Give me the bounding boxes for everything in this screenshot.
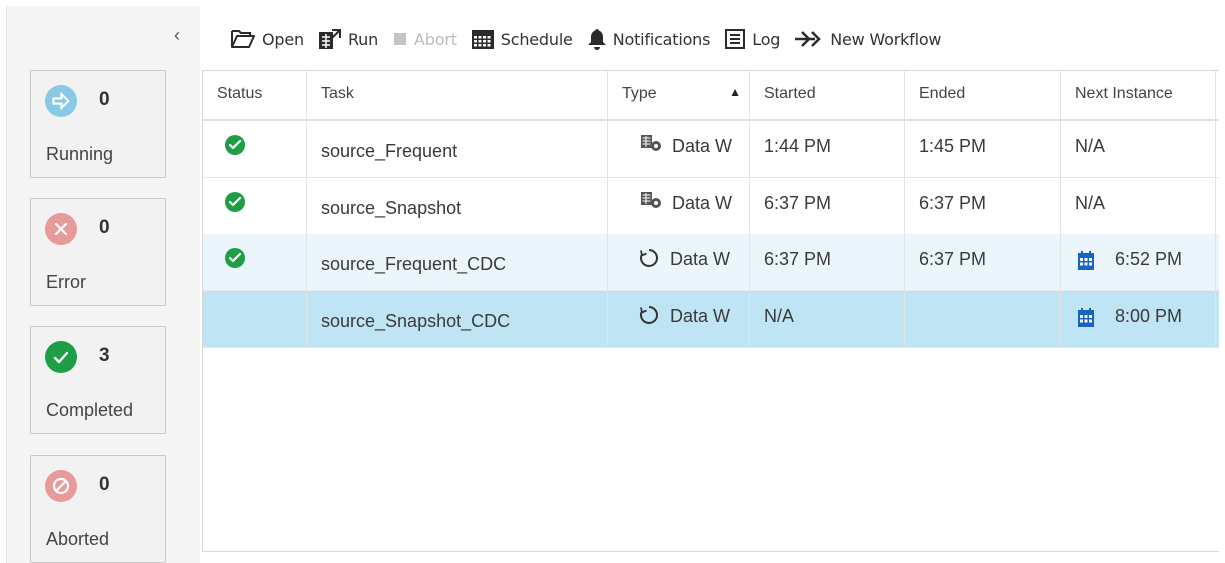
type-cell: Data W xyxy=(608,178,750,234)
running-label: Running xyxy=(46,144,114,164)
table-header: Status Task Type ▲ Started Ended Next Ins… xyxy=(203,71,1219,121)
data-warehouse-icon xyxy=(640,134,662,152)
bell-icon xyxy=(587,28,607,50)
task-cell: source_Frequent_CDC xyxy=(307,234,608,290)
next-instance-cell: N/A xyxy=(1061,121,1216,177)
run-button[interactable]: Run xyxy=(318,28,378,50)
aborted-count: 0 xyxy=(99,474,110,495)
arrow-right-icon xyxy=(45,85,77,117)
next-instance-cell: N/A xyxy=(1061,178,1216,234)
started-cell: N/A xyxy=(750,291,905,347)
schedule-label: Schedule xyxy=(500,29,573,49)
aborted-label: Aborted xyxy=(46,529,110,549)
new-workflow-label: New Workflow xyxy=(830,29,942,49)
table-row[interactable]: source_Frequent_CDC Data W 6:37 PM 6:37 … xyxy=(203,234,1219,291)
toolbar: Open Run Abort Schedule Notifications Lo… xyxy=(230,22,955,56)
folder-open-icon xyxy=(230,29,256,49)
log-label: Log xyxy=(752,29,781,49)
data-warehouse-icon xyxy=(640,191,662,209)
column-header-next-instance[interactable]: Next Instance xyxy=(1061,71,1216,119)
type-cell: Data W xyxy=(608,291,750,347)
completed-count: 3 xyxy=(99,345,110,366)
status-cell xyxy=(203,291,307,347)
status-card-running[interactable]: 0 Running xyxy=(30,70,166,178)
status-card-error[interactable]: 0 Error xyxy=(30,198,166,306)
next-instance-cell: 8:00 PM xyxy=(1061,291,1216,347)
task-cell: source_Snapshot_CDC xyxy=(307,291,608,347)
table-row-selected[interactable]: source_Snapshot_CDC Data W N/A 8:00 PM xyxy=(203,291,1219,348)
task-cell: source_Frequent xyxy=(307,121,608,177)
ended-cell: 6:37 PM xyxy=(905,178,1061,234)
completed-status-icon xyxy=(225,135,245,155)
cdc-refresh-icon xyxy=(638,247,660,269)
abort-button[interactable]: Abort xyxy=(392,30,457,49)
notifications-label: Notifications xyxy=(612,29,711,49)
log-button[interactable]: Log xyxy=(724,28,780,50)
abort-label: Abort xyxy=(414,29,457,49)
notifications-button[interactable]: Notifications xyxy=(587,28,711,50)
status-card-completed[interactable]: 3 Completed xyxy=(30,326,166,434)
column-header-task[interactable]: Task xyxy=(307,71,608,119)
calendar-icon xyxy=(1077,251,1095,271)
sort-ascending-icon: ▲ xyxy=(729,85,741,99)
error-label: Error xyxy=(46,272,86,292)
calendar-icon xyxy=(1077,308,1095,328)
x-icon xyxy=(45,213,77,245)
ended-cell xyxy=(905,291,1061,347)
column-header-type[interactable]: Type ▲ xyxy=(608,71,750,119)
type-cell: Data W xyxy=(608,234,750,290)
table-row[interactable]: source_Snapshot Data W 6:37 PM 6:37 PM N… xyxy=(203,178,1219,235)
no-entry-icon xyxy=(45,470,77,502)
tasks-table: Status Task Type ▲ Started Ended Next Ins… xyxy=(202,70,1219,552)
column-header-status[interactable]: Status xyxy=(203,71,307,119)
schedule-button[interactable]: Schedule xyxy=(471,28,573,50)
log-icon xyxy=(724,28,746,50)
completed-status-icon xyxy=(225,248,245,268)
started-cell: 6:37 PM xyxy=(750,178,905,234)
completed-label: Completed xyxy=(46,400,134,420)
calendar-icon xyxy=(471,28,495,50)
status-cell xyxy=(203,121,307,177)
running-count: 0 xyxy=(99,89,110,110)
status-card-aborted[interactable]: 0 Aborted xyxy=(30,455,166,563)
status-cell xyxy=(203,234,307,290)
new-workflow-button[interactable]: New Workflow xyxy=(794,29,942,49)
status-cell xyxy=(203,178,307,234)
column-header-started[interactable]: Started xyxy=(750,71,905,119)
checkmark-icon xyxy=(45,341,77,373)
stop-icon xyxy=(392,31,408,47)
run-label: Run xyxy=(347,29,379,49)
open-label: Open xyxy=(262,29,304,49)
column-header-ended[interactable]: Ended xyxy=(905,71,1061,119)
open-button[interactable]: Open xyxy=(230,29,304,49)
double-arrow-icon xyxy=(794,30,824,48)
table-row[interactable]: source_Frequent Data W 1:44 PM 1:45 PM N… xyxy=(203,121,1219,178)
ended-cell: 6:37 PM xyxy=(905,234,1061,290)
started-cell: 1:44 PM xyxy=(750,121,905,177)
type-cell: Data W xyxy=(608,121,750,177)
ended-cell: 1:45 PM xyxy=(905,121,1061,177)
cdc-refresh-icon xyxy=(638,304,660,326)
task-cell: source_Snapshot xyxy=(307,178,608,234)
next-instance-cell: 6:52 PM xyxy=(1061,234,1216,290)
completed-status-icon xyxy=(225,192,245,212)
run-icon xyxy=(318,28,342,50)
collapse-sidebar-icon[interactable]: ‹ xyxy=(174,26,180,44)
error-count: 0 xyxy=(99,217,110,238)
started-cell: 6:37 PM xyxy=(750,234,905,290)
status-sidebar: ‹ 0 Running 0 Error 3 Completed 0 Aborte… xyxy=(6,6,200,563)
